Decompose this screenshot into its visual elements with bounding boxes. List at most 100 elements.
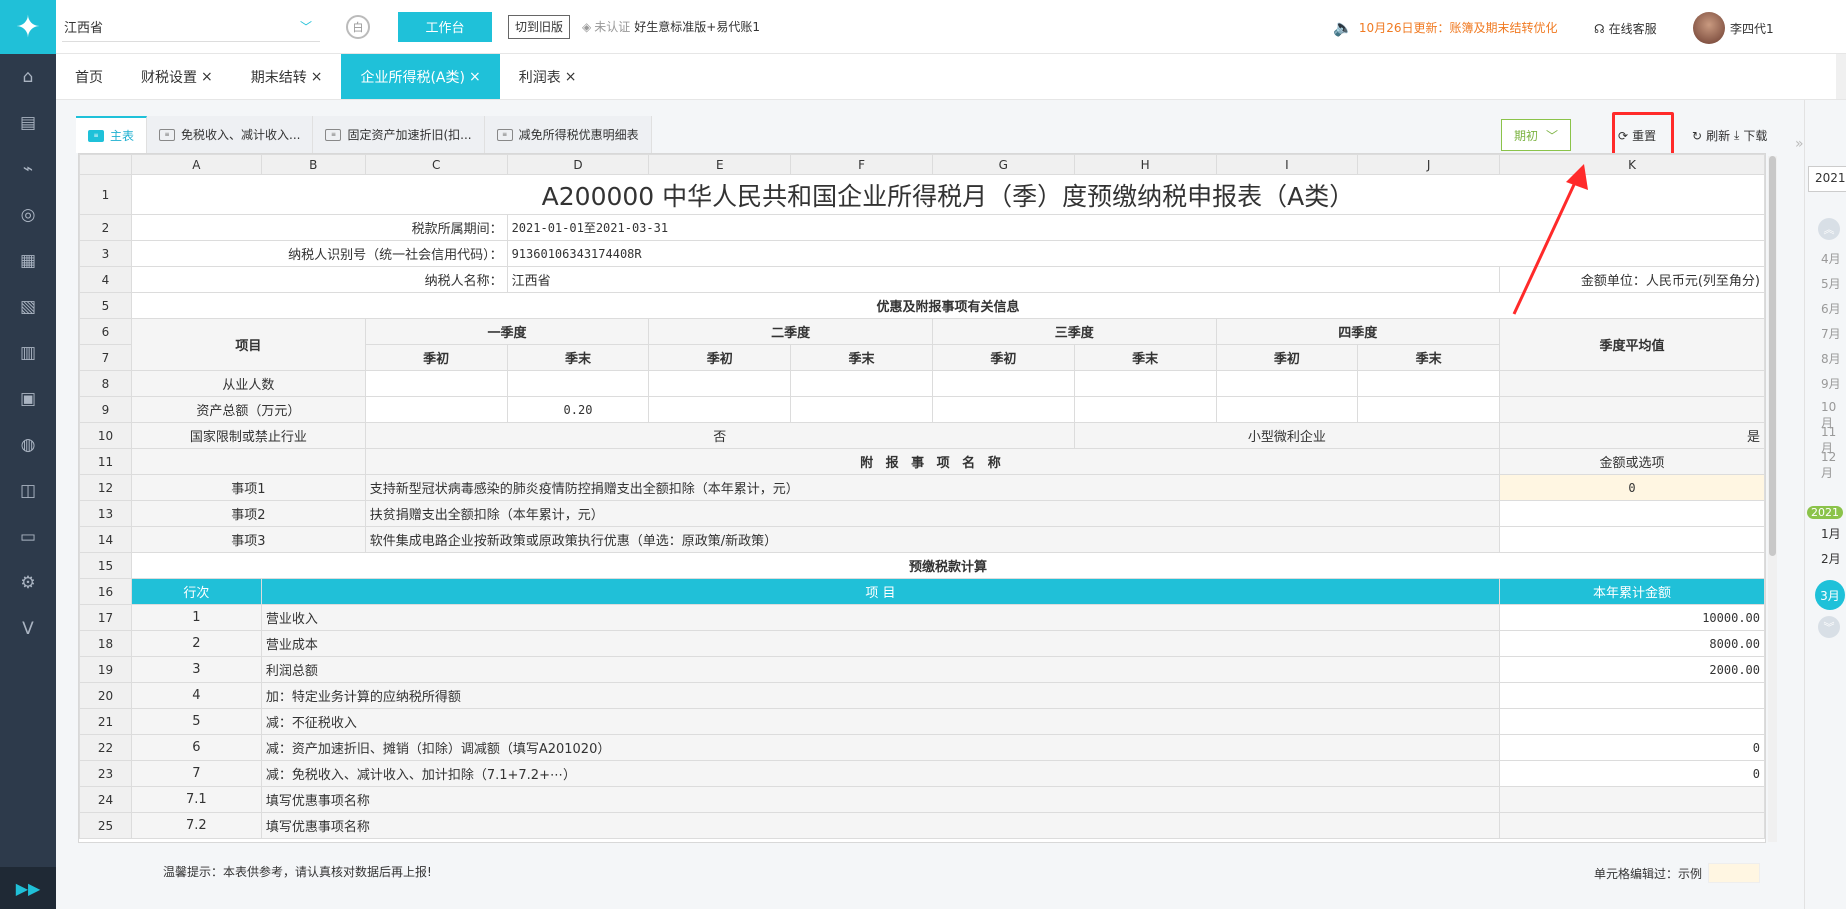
report-icon[interactable]: ▧ — [0, 284, 56, 330]
value-cell[interactable]: 0 — [1499, 474, 1765, 501]
amount-cell[interactable]: 0 — [1499, 734, 1765, 761]
cell[interactable] — [931, 396, 1075, 423]
line-number[interactable]: 2 — [130, 630, 262, 657]
month-item[interactable]: 1月 — [1821, 525, 1841, 542]
month-item[interactable]: 8月 — [1821, 350, 1841, 367]
row-header[interactable]: 13 — [79, 500, 132, 527]
invoice-icon[interactable]: ▣ — [0, 376, 56, 422]
row-header[interactable]: 7 — [79, 344, 132, 371]
cell[interactable] — [1357, 396, 1501, 423]
cell[interactable]: 事项2 — [130, 500, 366, 527]
avatar[interactable] — [1693, 12, 1725, 44]
row-header[interactable]: 1 — [79, 174, 132, 215]
month-item[interactable]: 6月 — [1821, 300, 1841, 317]
month-item[interactable]: 12月 — [1821, 450, 1846, 481]
row-header[interactable]: 21 — [79, 708, 132, 735]
column-header[interactable]: G — [931, 154, 1075, 175]
row-header[interactable]: 5 — [79, 292, 132, 319]
cell[interactable] — [648, 396, 792, 423]
amount-cell[interactable]: 10000.00 — [1499, 604, 1765, 631]
row-header[interactable]: 20 — [79, 682, 132, 709]
item-cell[interactable]: 加：特定业务计算的应纳税所得额 — [260, 682, 1501, 709]
scrollbar-thumb[interactable] — [1769, 156, 1776, 556]
row-header[interactable]: 16 — [79, 578, 132, 605]
amount-cell[interactable]: 8000.00 — [1499, 630, 1765, 657]
row-header[interactable]: 12 — [79, 474, 132, 501]
column-header[interactable]: C — [364, 154, 508, 175]
chevron-down-icon[interactable]: ︾ — [1818, 616, 1840, 638]
line-number[interactable]: 5 — [130, 708, 262, 735]
cell[interactable]: 是 — [1499, 422, 1765, 449]
header-cell[interactable]: 四季度 — [1215, 318, 1501, 345]
row-header[interactable]: 22 — [79, 734, 132, 761]
row-header[interactable]: 3 — [79, 240, 132, 267]
header-cell[interactable]: 项 目 — [260, 578, 1501, 605]
cell[interactable]: 季末 — [506, 344, 650, 371]
row-header[interactable]: 15 — [79, 552, 132, 579]
amount-cell[interactable] — [1499, 812, 1765, 839]
item-cell[interactable]: 利润总额 — [260, 656, 1501, 683]
row-header[interactable]: 10 — [79, 422, 132, 449]
cell[interactable] — [1499, 396, 1765, 423]
label-cell[interactable]: 纳税人识别号（统一社会信用代码）： — [130, 240, 508, 267]
sidebar-toggle-icon[interactable]: ▶▶ — [0, 867, 56, 909]
amount-cell[interactable]: 0 — [1499, 760, 1765, 787]
cell[interactable]: 事项3 — [130, 526, 366, 553]
line-number[interactable]: 3 — [130, 656, 262, 683]
cell[interactable] — [790, 370, 933, 397]
close-icon[interactable]: × — [565, 69, 577, 85]
row-header[interactable]: 24 — [79, 786, 132, 813]
cell[interactable]: 季初 — [931, 344, 1075, 371]
home-icon[interactable]: ⌂ — [0, 54, 56, 100]
month-item[interactable]: 7月 — [1821, 325, 1841, 342]
item-cell[interactable]: 减：免税收入、减计收入、加计扣除（7.1+7.2+⋯） — [260, 760, 1501, 787]
tab-4[interactable]: 利润表 × — [500, 54, 596, 99]
header-cell[interactable]: 项目 — [130, 318, 366, 371]
line-number[interactable]: 7 — [130, 760, 262, 787]
cell[interactable] — [1357, 370, 1501, 397]
header-cell[interactable]: 行次 — [130, 578, 262, 605]
column-header[interactable]: E — [648, 154, 792, 175]
sheet-tab-2[interactable]: ≡ 固定资产加速折旧(扣... — [313, 116, 485, 153]
row-header[interactable]: 19 — [79, 656, 132, 683]
download-button[interactable]: ⤓ 下载 — [1734, 127, 1767, 144]
row-header[interactable]: 17 — [79, 604, 132, 631]
column-header[interactable]: H — [1073, 154, 1217, 175]
chevron-up-icon[interactable]: ︽ — [1818, 218, 1840, 240]
value-cell[interactable] — [1499, 500, 1765, 527]
column-header[interactable]: J — [1357, 154, 1501, 175]
cell[interactable] — [130, 448, 366, 475]
cell[interactable]: 否 — [364, 422, 1075, 449]
switch-old-version-button[interactable]: 切到旧版 — [508, 14, 571, 39]
chart-icon[interactable]: ⌁ — [0, 146, 56, 192]
section-title[interactable]: 预缴税款计算 — [130, 552, 1765, 579]
header-cell[interactable]: 二季度 — [648, 318, 933, 345]
amount-cell[interactable] — [1499, 682, 1765, 709]
item-cell[interactable]: 减：资产加速折旧、摊销（扣除）调减额（填写A201020） — [260, 734, 1501, 761]
cell[interactable]: 事项1 — [130, 474, 366, 501]
grid-corner[interactable] — [79, 154, 132, 175]
label-cell[interactable]: 纳税人名称： — [130, 266, 508, 293]
update-notice[interactable]: 🔈 10月26日更新：账簿及期末结转优化 — [1333, 18, 1557, 37]
row-header[interactable]: 11 — [79, 448, 132, 475]
column-header[interactable]: I — [1215, 154, 1359, 175]
header-cell[interactable]: 三季度 — [931, 318, 1217, 345]
column-header[interactable]: A — [130, 154, 262, 175]
label-cell[interactable]: 税款所属期间： — [130, 214, 508, 241]
item-cell[interactable]: 填写优惠事项名称 — [260, 812, 1501, 839]
row-header[interactable]: 2 — [79, 214, 132, 241]
cell[interactable] — [790, 396, 933, 423]
close-icon[interactable]: × — [469, 69, 481, 85]
item-cell[interactable]: 营业收入 — [260, 604, 1501, 631]
username[interactable]: 李四代1 — [1730, 20, 1774, 37]
column-header[interactable]: D — [506, 154, 650, 175]
item-cell[interactable]: 营业成本 — [260, 630, 1501, 657]
item-cell[interactable]: 填写优惠事项名称 — [260, 786, 1501, 813]
sheet-tab-0[interactable]: ≡ 主表 — [76, 116, 148, 153]
cell[interactable]: 从业人数 — [130, 370, 366, 397]
row-header[interactable]: 9 — [79, 396, 132, 423]
row-header[interactable]: 14 — [79, 526, 132, 553]
online-service-link[interactable]: ☊ 在线客服 — [1594, 20, 1657, 37]
close-icon[interactable]: × — [201, 69, 213, 85]
inbox-icon[interactable]: ▭ — [0, 514, 56, 560]
